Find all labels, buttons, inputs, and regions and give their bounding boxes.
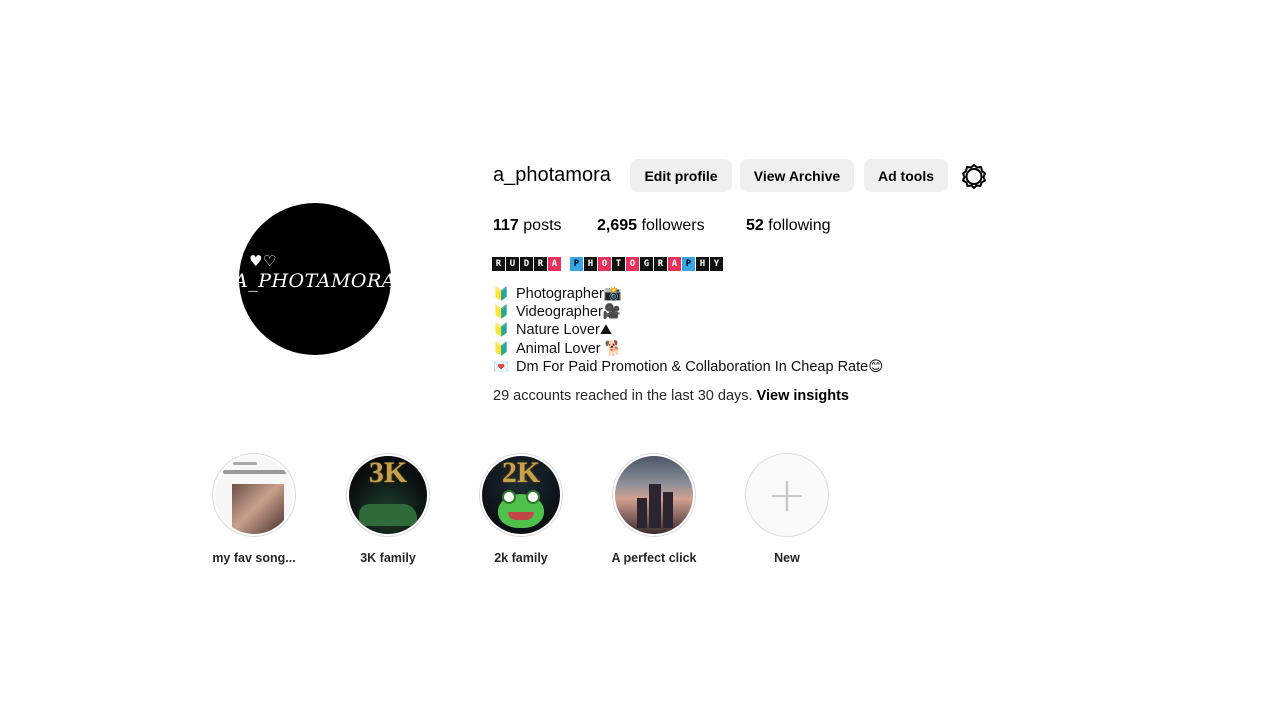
following-label: following [768, 217, 831, 234]
insights-text: 29 accounts reached in the last 30 days. [493, 388, 753, 404]
bio-text: Animal Lover 🐕 [516, 340, 623, 357]
highlight-cover [615, 456, 693, 534]
name-letter: P [682, 257, 695, 271]
followers-link[interactable]: 2,695 followers [597, 217, 705, 235]
name-letter: D [520, 257, 533, 271]
gear-icon[interactable] [961, 163, 987, 189]
highlight-ring: 2K [479, 453, 563, 537]
bio-text: Photographer📸 [516, 286, 622, 302]
avatar-logo: ♥♡ A_PHOTAMORA [233, 252, 397, 292]
plus-icon: + [766, 467, 808, 523]
name-letter: U [506, 257, 519, 271]
following-number: 52 [746, 217, 764, 234]
highlight-label: 3K family [360, 551, 416, 565]
name-letter: T [612, 257, 625, 271]
envelope-heart-icon: 💌 [493, 358, 510, 374]
edit-profile-button[interactable]: Edit profile [630, 159, 732, 192]
bullet-icon: 🔰 [493, 304, 510, 320]
name-letter: H [584, 257, 597, 271]
highlight-cover [215, 456, 293, 534]
highlight-my-fav-song[interactable]: my fav song... [204, 453, 304, 565]
profile-username[interactable]: a_photamora [493, 164, 611, 187]
bullet-icon: 🔰 [493, 340, 510, 356]
highlight-ring [212, 453, 296, 537]
bio-text: Dm For Paid Promotion & Collaboration In… [516, 358, 884, 375]
name-letter: H [696, 257, 709, 271]
profile-bio: 🔰 Photographer📸 🔰 Videographer🎥 🔰 Nature… [493, 285, 883, 376]
view-archive-button[interactable]: View Archive [740, 159, 854, 192]
highlight-cover: 3K [349, 456, 427, 534]
highlight-cover: 2K [482, 456, 560, 534]
ad-tools-button[interactable]: Ad tools [864, 159, 948, 192]
highlight-ring [612, 453, 696, 537]
bio-line: 🔰 Photographer📸 [493, 285, 883, 303]
highlight-2k-family[interactable]: 2K 2k family [471, 453, 571, 565]
profile-avatar[interactable]: ♥♡ A_PHOTAMORA [234, 203, 396, 355]
highlight-label: 2k family [494, 551, 548, 565]
name-letter: O [598, 257, 611, 271]
highlight-badge: 3K [368, 456, 408, 489]
profile-page: ♥♡ A_PHOTAMORA a_photamora Edit profile … [0, 0, 1280, 720]
highlight-label: my fav song... [212, 551, 296, 565]
display-name: R U D R A P H O T O G R A P H Y [492, 257, 724, 271]
name-letter: P [570, 257, 583, 271]
bio-text: Nature Lover⛰ [516, 322, 613, 339]
name-letter: R [492, 257, 505, 271]
new-highlight-button[interactable]: + New [737, 453, 837, 565]
name-letter: R [654, 257, 667, 271]
posts-count: 117 posts [493, 217, 562, 235]
highlight-a-perfect-click[interactable]: A perfect click [604, 453, 704, 565]
name-letter: A [668, 257, 681, 271]
bio-line: 🔰 Nature Lover⛰ [493, 321, 883, 339]
bullet-icon: 🔰 [493, 322, 510, 338]
name-letter: Y [710, 257, 723, 271]
name-letter: O [626, 257, 639, 271]
followers-number: 2,695 [597, 217, 638, 234]
frog-icon [498, 490, 544, 528]
highlight-badge: 2K [501, 456, 541, 489]
bio-line: 💌 Dm For Paid Promotion & Collaboration … [493, 358, 883, 376]
bio-text: Videographer🎥 [516, 304, 621, 321]
posts-label: posts [523, 217, 562, 234]
insights-summary: 29 accounts reached in the last 30 days.… [493, 388, 849, 404]
highlight-ring: + [745, 453, 829, 537]
avatar-logo-text: A_PHOTAMORA [233, 270, 397, 292]
bio-line: 🔰 Animal Lover 🐕 [493, 340, 883, 358]
following-link[interactable]: 52 following [746, 217, 831, 235]
posts-number: 117 [493, 217, 519, 234]
highlight-ring: 3K [346, 453, 430, 537]
followers-label: followers [641, 217, 705, 234]
view-insights-link[interactable]: View insights [757, 388, 849, 404]
highlight-label: New [774, 551, 800, 565]
highlight-3k-family[interactable]: 3K 3K family [338, 453, 438, 565]
bio-line: 🔰 Videographer🎥 [493, 303, 883, 321]
highlight-label: A perfect click [611, 551, 697, 565]
bullet-icon: 🔰 [493, 286, 510, 301]
name-letter: R [534, 257, 547, 271]
name-letter: G [640, 257, 653, 271]
hearts-icon: ♥♡ [248, 252, 277, 270]
name-letter: A [548, 257, 561, 271]
